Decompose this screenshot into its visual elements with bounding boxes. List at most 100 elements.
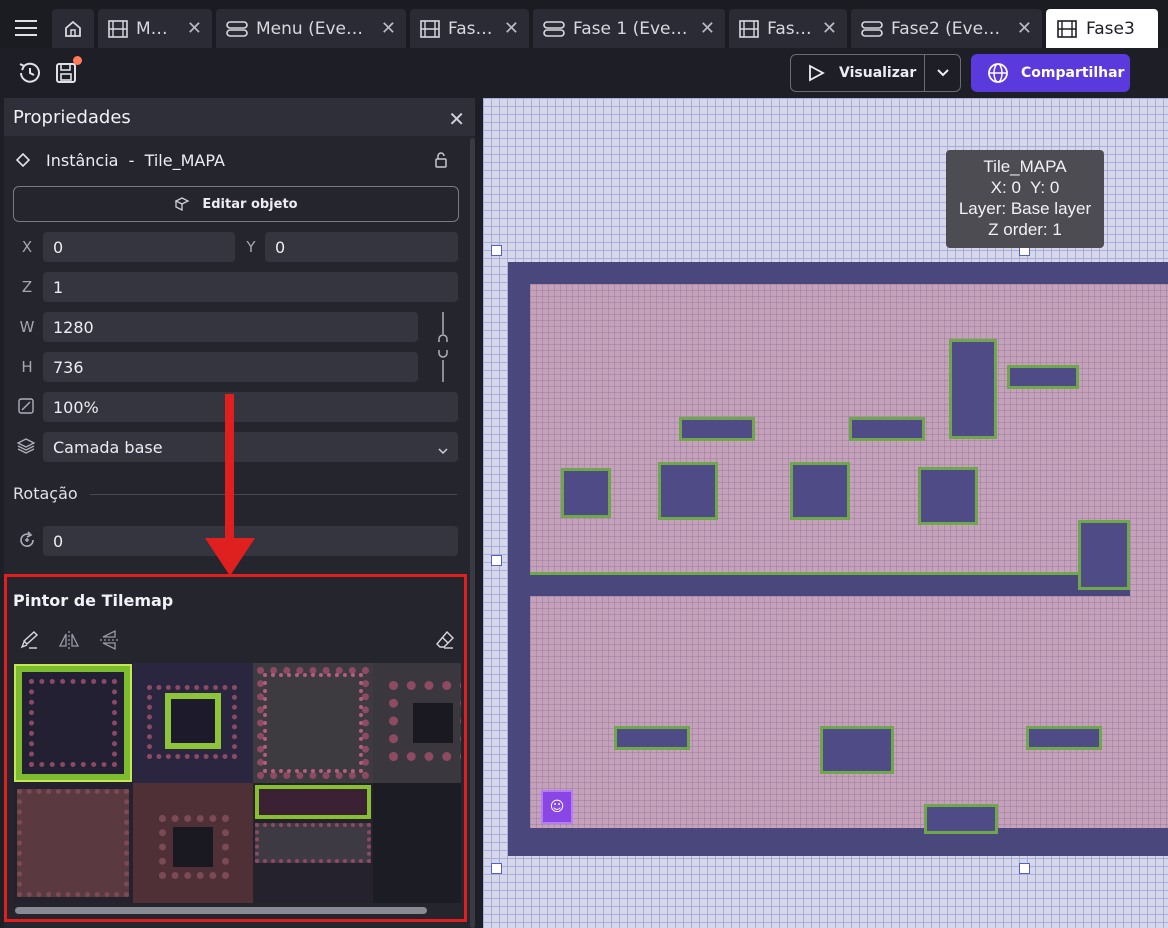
- tab-fase3[interactable]: Fase3: [1046, 9, 1158, 48]
- tilemap-block: [614, 726, 690, 750]
- flip-horizontal-icon[interactable]: [57, 629, 81, 651]
- resize-handle[interactable]: [491, 245, 502, 256]
- history-icon[interactable]: [16, 60, 44, 86]
- player-sprite-icon[interactable]: ☺: [541, 790, 573, 824]
- tilemap-bottom: [508, 828, 1168, 856]
- app-window: Menu ✕ Menu (Event... ✕ Fase 1 ✕ Fase 1 …: [0, 0, 1168, 928]
- width-input[interactable]: 1280: [43, 312, 418, 342]
- tilemap-instance[interactable]: [508, 262, 1168, 856]
- edit-object-label: Editar objeto: [202, 196, 298, 212]
- tab-fase1[interactable]: Fase 1 ✕: [410, 9, 529, 48]
- tileset-scrollbar[interactable]: [15, 907, 427, 914]
- tab-bar: Menu ✕ Menu (Event... ✕ Fase 1 ✕ Fase 1 …: [0, 0, 1168, 48]
- resize-handle[interactable]: [1019, 863, 1030, 874]
- tab-fase2-events[interactable]: Fase2 (Event... ✕: [851, 9, 1042, 48]
- preview-label: Visualizar: [839, 65, 917, 81]
- tilemap-painter: Pintor de Tilemap: [4, 574, 467, 922]
- close-icon[interactable]: ✕: [504, 18, 519, 39]
- events-icon: [226, 19, 248, 39]
- properties-title: Propriedades: [13, 106, 131, 128]
- lock-icon[interactable]: [434, 152, 448, 172]
- tab-fase1-events[interactable]: Fase 1 (Even... ✕: [533, 9, 725, 48]
- tile-grass-square-selected[interactable]: [13, 663, 133, 783]
- unsaved-indicator: [73, 56, 82, 65]
- tooltip-line: Tile_MAPA: [983, 157, 1067, 176]
- tile-stone-hole[interactable]: [373, 663, 461, 783]
- events-icon: [543, 19, 565, 39]
- instance-row: Instância - Tile_MAPA: [16, 150, 225, 170]
- properties-header: Propriedades: [4, 98, 475, 136]
- layers-icon: [16, 438, 36, 458]
- close-icon[interactable]: ✕: [381, 18, 396, 39]
- scene-icon: [739, 19, 759, 39]
- preview-button-group: Visualizar: [790, 54, 961, 92]
- link-dimensions-icon[interactable]: [434, 312, 452, 382]
- tab-home[interactable]: [52, 9, 94, 48]
- painter-title: Pintor de Tilemap: [13, 591, 174, 610]
- eraser-icon[interactable]: [433, 629, 457, 651]
- save-icon[interactable]: [52, 56, 82, 86]
- tile-stone-square[interactable]: [253, 663, 373, 783]
- tilemap-block: [790, 462, 850, 520]
- tilemap-block: [1078, 520, 1130, 590]
- tilemap-block: [949, 339, 997, 439]
- tile-grass-hole[interactable]: [133, 663, 253, 783]
- y-input[interactable]: 0: [265, 232, 458, 262]
- annotation-arrow-head: [205, 538, 255, 576]
- preview-button[interactable]: Visualizar: [791, 55, 925, 91]
- w-label: W: [19, 318, 35, 336]
- height-input[interactable]: 736: [43, 352, 418, 382]
- instance-tooltip: Tile_MAPA X: 0 Y: 0 Layer: Base layer Z …: [946, 150, 1104, 248]
- tilemap-block: [1026, 726, 1102, 750]
- brush-icon[interactable]: [17, 629, 41, 651]
- close-icon[interactable]: ✕: [187, 18, 202, 39]
- tilemap-block: [1007, 365, 1079, 389]
- play-icon: [809, 64, 825, 82]
- close-icon[interactable]: ✕: [700, 18, 715, 39]
- properties-scrollbar[interactable]: [470, 138, 475, 928]
- home-icon: [62, 19, 84, 39]
- scene-icon: [108, 19, 128, 39]
- tile-dirt-square[interactable]: [13, 783, 133, 903]
- close-icon[interactable]: ✕: [1017, 18, 1032, 39]
- close-icon[interactable]: ✕: [448, 107, 465, 131]
- scene-canvas[interactable]: ☺ Tile_MAPA X: 0 Y: 0 Layer: Base layer …: [483, 98, 1168, 928]
- close-icon[interactable]: ✕: [822, 18, 837, 39]
- tile-platform[interactable]: [253, 783, 373, 903]
- layer-select[interactable]: Camada base: [43, 432, 458, 462]
- z-label: Z: [21, 278, 33, 296]
- tooltip-line: Layer: Base layer: [958, 199, 1092, 218]
- object-icon: [174, 197, 190, 211]
- tab-label: Menu (Event...: [256, 18, 371, 39]
- scene-icon: [420, 19, 440, 39]
- share-label: Compartilhar: [1021, 65, 1125, 81]
- x-input[interactable]: 0: [43, 232, 235, 262]
- tooltip-line: Z order: 1: [988, 220, 1062, 239]
- flip-vertical-icon[interactable]: [97, 629, 121, 651]
- tab-label: Fase2 (Event...: [891, 18, 1007, 39]
- tab-menu-events[interactable]: Menu (Event... ✕: [216, 9, 406, 48]
- tilemap-block: [820, 726, 894, 774]
- tilemap-floor: [530, 572, 1130, 596]
- z-input[interactable]: 1: [43, 272, 458, 302]
- chevron-down-icon[interactable]: [925, 68, 960, 78]
- tooltip-line: X: 0 Y: 0: [990, 178, 1060, 197]
- tileset-grid[interactable]: [13, 663, 461, 903]
- tab-fase2[interactable]: Fase2 ✕: [729, 9, 847, 48]
- opacity-input[interactable]: 100%: [43, 392, 458, 422]
- tilemap-block: [849, 417, 925, 441]
- chevron-down-icon: [438, 440, 448, 459]
- share-button[interactable]: Compartilhar: [971, 54, 1130, 92]
- tab-label: Fase3: [1086, 18, 1135, 39]
- tile-dirt-hole[interactable]: [133, 783, 253, 903]
- tilemap-block: [561, 468, 611, 518]
- tab-label: Menu: [136, 18, 177, 39]
- annotation-arrow-shaft: [225, 394, 234, 544]
- menu-icon[interactable]: [0, 9, 52, 47]
- tilemap-block: [924, 804, 998, 834]
- resize-handle[interactable]: [491, 863, 502, 874]
- resize-handle[interactable]: [491, 555, 502, 566]
- tab-menu[interactable]: Menu ✕: [98, 9, 212, 48]
- instance-label: Instância - Tile_MAPA: [46, 150, 225, 170]
- edit-object-button[interactable]: Editar objeto: [13, 186, 459, 222]
